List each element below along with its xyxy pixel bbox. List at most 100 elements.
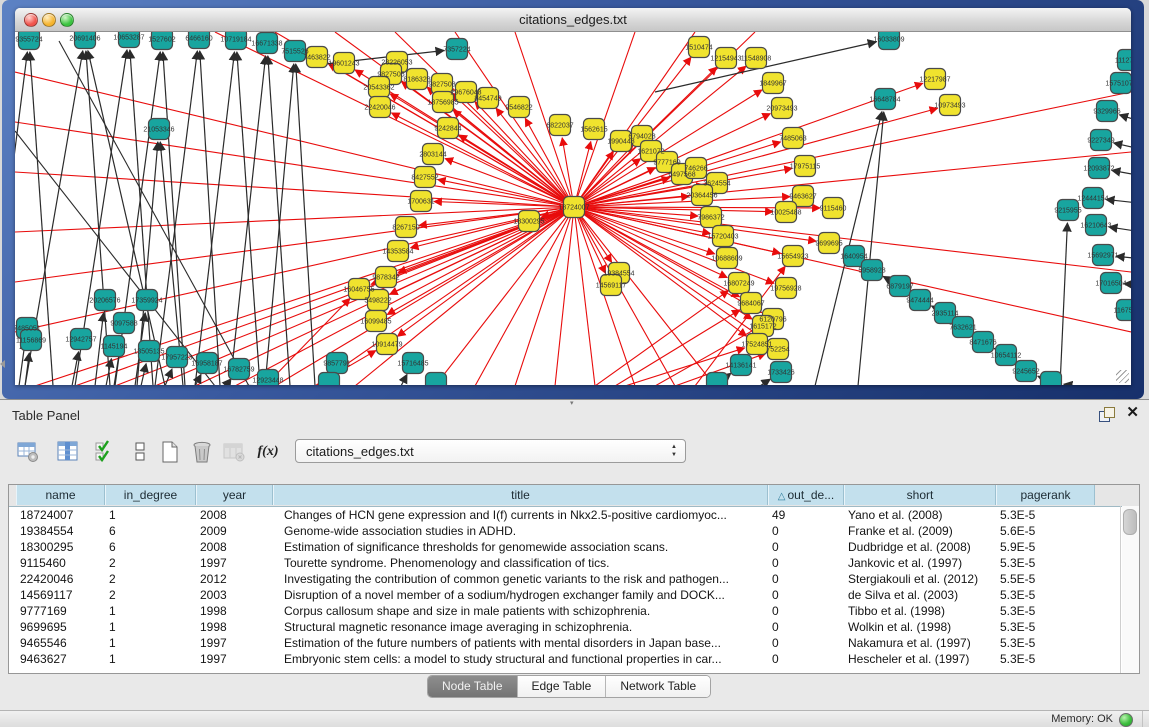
graph-node-label: 16782759 [223,367,254,374]
graph-node-label: 1145194 [101,344,128,351]
column-header-pagerank[interactable]: pagerank [996,485,1095,505]
table-cell: 19384554 [20,523,103,539]
table-row[interactable]: 1830029562008Estimation of significance … [9,539,1119,555]
graph-node-label: 17957223 [161,355,192,362]
table-cell: 22420046 [20,571,103,587]
window-title: citations_edges.txt [15,12,1131,27]
graph-node-label: 8454749 [474,96,501,103]
graph-node-label: 16210643 [1080,223,1111,230]
table-cell: 0 [772,555,842,571]
table-row[interactable]: 977716911998Corpus callosum shape and si… [9,603,1119,619]
graph-node-label: 1640954 [840,254,867,261]
network-window-titlebar[interactable]: citations_edges.txt [15,8,1131,32]
tab-edge-table[interactable]: Edge Table [518,676,607,697]
graph-node[interactable] [1041,372,1062,386]
column-header-short[interactable]: short [844,485,996,505]
table-cell: 1998 [200,603,271,619]
graph-node-label: 1510474 [685,45,712,52]
graph-node-label: 16958187 [191,361,222,368]
table-tabs: Node TableEdge TableNetwork Table [427,675,711,698]
table-settings-icon[interactable] [14,438,42,466]
network-canvas[interactable]: 9355724206914061065328715276026466160107… [15,32,1131,385]
table-selector-dropdown[interactable]: citations_edges.txt ▲▼ [295,439,686,463]
graph-node-label: 10973493 [934,103,965,110]
graph-node[interactable] [707,373,728,386]
graph-node-label: 1615172 [749,324,776,331]
graph-node-label: 16046755 [343,287,374,294]
table-header-row: namein_degreeyeartitle△out_de...shortpag… [9,485,1139,507]
column-header-name[interactable]: name [16,485,105,505]
sort-asc-icon: △ [778,491,786,502]
column-header-title[interactable]: title [273,485,768,505]
graph-node-label: 752254 [766,347,789,354]
selection-mode-icon[interactable] [92,438,120,466]
table-cell: 0 [772,635,842,651]
splitter-handle[interactable]: ▾ [570,401,579,406]
column-header-in_degree[interactable]: in_degree [105,485,196,505]
graph-node-label: 14353584 [382,249,413,256]
column-visibility-icon[interactable] [54,438,82,466]
graph-node-label: 1562615 [580,127,607,134]
delete-table-icon[interactable] [188,438,216,466]
float-panel-icon[interactable] [1099,407,1115,422]
table-cell: 18300295 [20,539,103,555]
row-height-icon[interactable] [126,438,154,466]
table-row[interactable]: 946554611997Estimation of the future num… [9,635,1119,651]
table-cell: 5.3E-5 [1000,507,1093,523]
citation-graph[interactable]: 9355724206914061065328715276026466160107… [15,32,1131,385]
graph-node-label: 7632621 [949,325,976,332]
table-row[interactable]: 2242004622012Investigating the contribut… [9,571,1119,587]
resize-grip-icon[interactable] [1116,370,1129,383]
graph-node-label: 6120796 [759,317,786,324]
column-header-year[interactable]: year [196,485,273,505]
tab-node-table[interactable]: Node Table [428,676,518,697]
scrollbar-thumb[interactable] [1123,509,1137,535]
graph-node-label: 1621072 [637,149,664,156]
table-cell: 2009 [200,523,271,539]
graph-node-label: 18756985 [427,100,458,107]
table-row[interactable]: 911546021997Tourette syndrome. Phenomeno… [9,555,1119,571]
graph-node-label: 9115460 [820,206,847,213]
column-header-out_de[interactable]: △out_de... [768,485,844,505]
table-row[interactable]: 946362711997Embryonic stem cells: a mode… [9,651,1119,667]
graph-node-label: 12093872 [1083,166,1114,173]
function-builder-icon[interactable]: f(x) [254,438,282,466]
collapse-handle-icon[interactable] [0,360,5,368]
tab-network-table[interactable]: Network Table [606,676,710,697]
table-cell: 1 [109,603,194,619]
table-row[interactable]: 969969511998Structural magnetic resonanc… [9,619,1119,635]
graph-node[interactable] [319,373,340,386]
new-table-icon[interactable] [156,438,184,466]
graph-node-label: 10914479 [371,342,402,349]
graph-node[interactable] [426,373,447,386]
graph-node-label: 12942757 [65,337,96,344]
table-row[interactable]: 1938455462009Genome-wide association stu… [9,523,1119,539]
import-table-icon[interactable] [220,438,248,466]
close-panel-icon[interactable]: ✕ [1126,405,1139,421]
table-cell: 1998 [200,619,271,635]
table-row[interactable]: 1872400712008Changes of HCN gene express… [9,507,1119,523]
graph-node-label: 22420046 [364,105,395,112]
graph-node-label: 15716485 [397,361,428,368]
table-row[interactable]: 1456911722003Disruption of a novel membe… [9,587,1119,603]
table-cell: 2 [109,571,194,587]
graph-node-label: 9684067 [737,301,764,308]
status-bar: Memory: OK [0,710,1149,727]
graph-node-label: 9329966 [1093,109,1120,116]
graph-node-label: 3624554 [703,181,730,188]
graph-node-label: 10719184 [220,37,251,44]
table-cell: Tourette syndrome. Phenomenology and cla… [284,555,766,571]
graph-node-label: 5498222 [364,298,391,305]
vertical-scrollbar[interactable] [1122,506,1139,673]
graph-node-label: 28226053 [381,60,412,67]
table-cell: 5.9E-5 [1000,539,1093,555]
table-cell: 1 [109,507,194,523]
table-cell: 2008 [200,539,271,555]
table-cell: 2012 [200,571,271,587]
graph-node-label: 2803144 [419,152,446,159]
graph-node-label: 7485063 [779,136,806,143]
graph-node-label: 15654923 [777,254,808,261]
graph-node-label: 8267150 [392,225,419,232]
table-cell: 1997 [200,555,271,571]
memory-ok-indicator-icon [1119,713,1133,727]
